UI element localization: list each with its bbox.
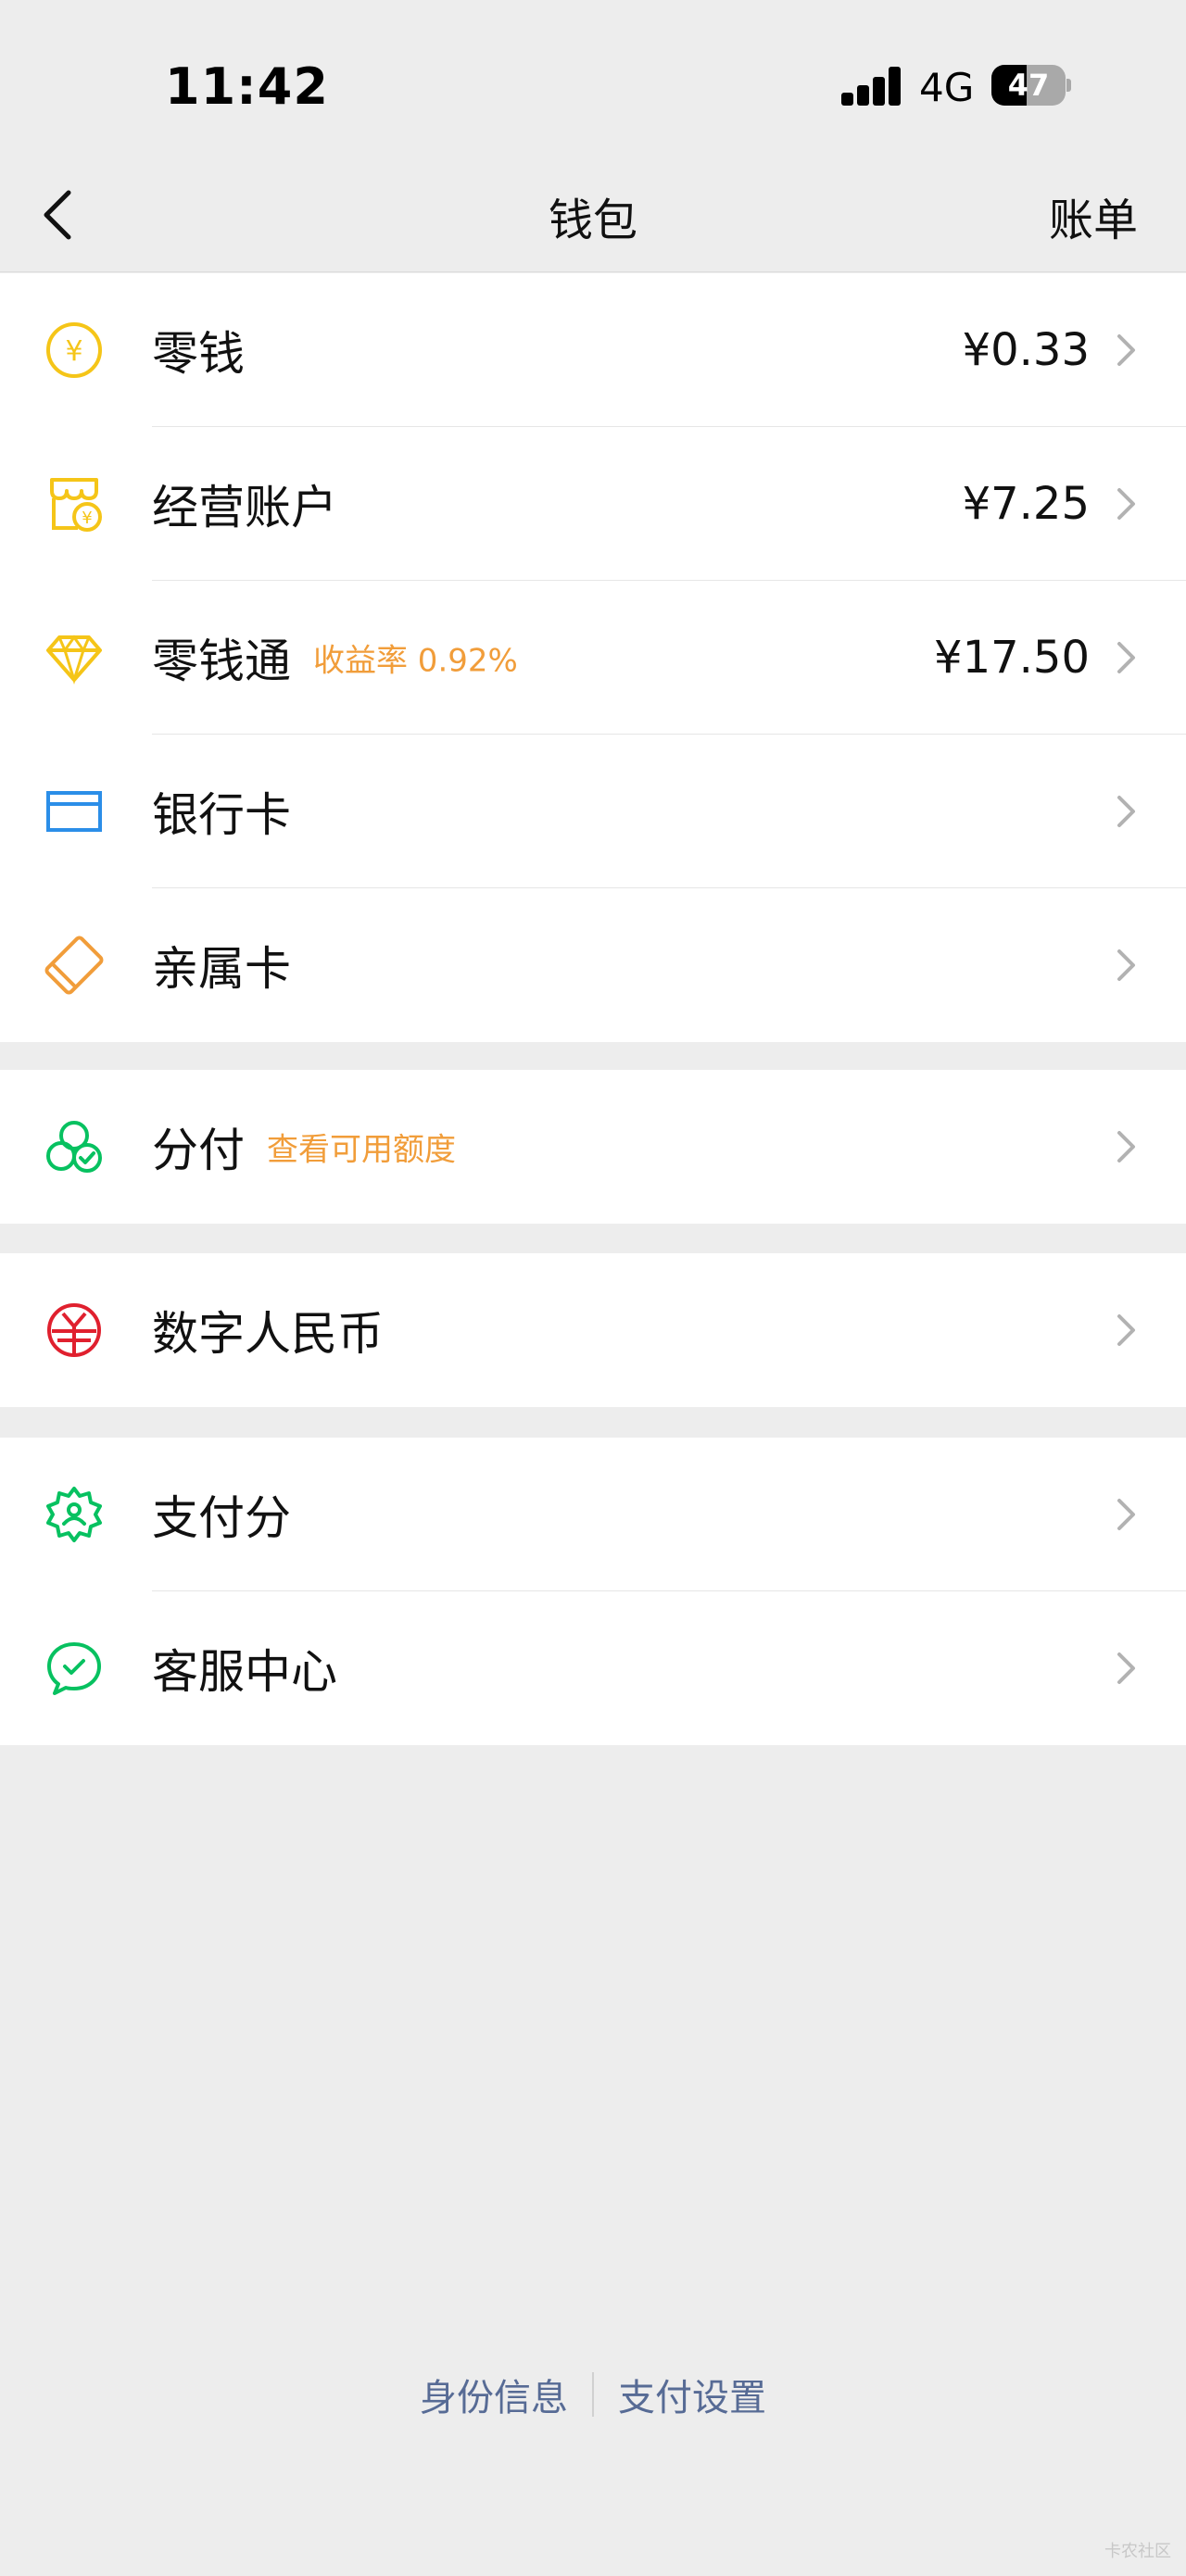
customer-service-icon (44, 1639, 104, 1698)
wallet-item-customer-service[interactable]: 客服中心 (0, 1591, 1186, 1745)
status-bar: 11:42 4G 47 (0, 0, 1186, 157)
chevron-right-icon (1112, 944, 1140, 986)
wallet-item-fenfu[interactable]: 分付 查看可用额度 (0, 1070, 1186, 1224)
diamond-icon (44, 628, 104, 687)
bank-card-icon (44, 782, 104, 841)
chevron-right-icon (1112, 1309, 1140, 1351)
chevron-right-icon (1112, 483, 1140, 525)
yield-rate-label: 收益率 0.92% (313, 642, 518, 680)
chevron-right-icon (1112, 790, 1140, 833)
chevron-right-icon (1112, 636, 1140, 679)
view-credit-limit-label: 查看可用额度 (267, 1131, 456, 1169)
fenfu-icon (44, 1117, 104, 1176)
wallet-group-services: 支付分 客服中心 (0, 1438, 1186, 1745)
status-time: 11:42 (165, 57, 329, 116)
network-type: 4G (919, 65, 975, 110)
wallet-group-ecny: 数字人民币 (0, 1253, 1186, 1407)
wallet-item-label: 零钱 (152, 327, 245, 381)
wallet-item-label: 零钱通 (152, 635, 291, 688)
chevron-right-icon (1112, 329, 1140, 371)
wallet-item-value: ¥17.50 (934, 632, 1090, 684)
payment-settings-link[interactable]: 支付设置 (618, 2368, 766, 2421)
wallet-item-digital-rmb[interactable]: 数字人民币 (0, 1253, 1186, 1407)
svg-text:¥: ¥ (82, 509, 92, 528)
wallet-item-label: 客服中心 (152, 1645, 337, 1699)
svg-text:¥: ¥ (65, 335, 82, 368)
footer-links: 身份信息 支付设置 (0, 2368, 1186, 2423)
chevron-right-icon (1112, 1125, 1140, 1168)
wallet-item-label: 支付分 (152, 1491, 291, 1545)
wallet-group-balances: ¥ 零钱 ¥0.33 ¥ 经营账户 ¥7.25 零钱通 收益率 0.92% ¥1… (0, 273, 1186, 1042)
yuan-coin-icon: ¥ (44, 320, 104, 380)
nav-bar: 钱包 账单 (0, 157, 1186, 272)
wallet-item-label: 数字人民币 (152, 1307, 384, 1361)
watermark: 卡农社区 (1104, 2542, 1171, 2561)
chevron-right-icon (1112, 1647, 1140, 1690)
wallet-item-pay-score[interactable]: 支付分 (0, 1438, 1186, 1591)
page-title: 钱包 (548, 195, 637, 246)
wallet-group-credit: 分付 查看可用额度 (0, 1070, 1186, 1224)
wallet-item-label: 分付 (152, 1124, 245, 1177)
bill-button[interactable]: 账单 (1049, 183, 1138, 248)
wallet-item-value: ¥7.25 (962, 478, 1090, 530)
pay-score-icon (44, 1485, 104, 1544)
wallet-item-label: 经营账户 (152, 481, 337, 534)
wallet-item-value: ¥0.33 (962, 324, 1090, 376)
wallet-item-label: 亲属卡 (152, 942, 291, 996)
wallet-item-label: 银行卡 (152, 788, 291, 842)
family-card-icon (44, 936, 104, 995)
wallet-item-bank-card[interactable]: 银行卡 (0, 735, 1186, 888)
identity-info-link[interactable]: 身份信息 (420, 2368, 568, 2421)
store-account-icon: ¥ (44, 474, 104, 534)
footer-divider (592, 2372, 594, 2417)
wallet-item-lingqiantong[interactable]: 零钱通 收益率 0.92% ¥17.50 (0, 581, 1186, 735)
wallet-page: 11:42 4G 47 钱包 账单 ¥ 零钱 ¥0.33 ¥ 经营账户 ¥7.2… (0, 0, 1186, 2576)
signal-strength-icon (841, 67, 902, 106)
wallet-item-family-card[interactable]: 亲属卡 (0, 888, 1186, 1042)
battery-icon: 47 (991, 65, 1071, 106)
battery-level: 47 (1007, 68, 1050, 103)
wallet-item-change[interactable]: ¥ 零钱 ¥0.33 (0, 273, 1186, 427)
digital-rmb-icon (44, 1301, 104, 1360)
wallet-item-business-account[interactable]: ¥ 经营账户 ¥7.25 (0, 427, 1186, 581)
chevron-right-icon (1112, 1493, 1140, 1536)
